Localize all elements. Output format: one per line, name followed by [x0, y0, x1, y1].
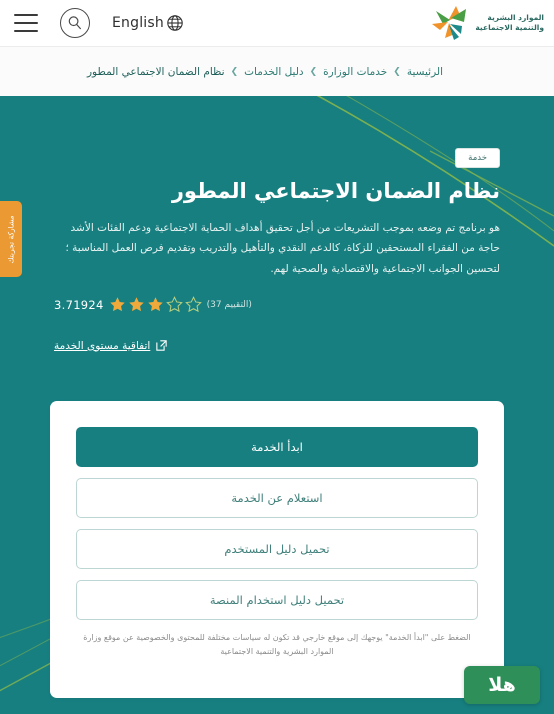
hamburger-menu-icon[interactable] — [14, 14, 38, 32]
download-platform-guide-button[interactable]: تحميل دليل استخدام المنصة — [76, 580, 478, 620]
share-experience-tab[interactable]: مشاركة تجربتك — [0, 201, 22, 277]
language-label: English — [112, 15, 164, 31]
site-header: English الموارد البشرية والتنمية الاجتما… — [0, 0, 554, 47]
sla-row: اتفاقية مستوى الخدمة — [54, 339, 500, 352]
hero-section: خدمة نظام الضمان الاجتماعي المطور هو برن… — [0, 96, 554, 714]
breadcrumb-bar: الرئيسية ❯ خدمات الوزارة ❯ دليل الخدمات … — [0, 47, 554, 96]
page-title: نظام الضمان الاجتماعي المطور — [171, 179, 500, 203]
logo-line-1: الموارد البشرية — [487, 12, 544, 22]
breadcrumb-separator-icon: ❯ — [393, 66, 401, 77]
breadcrumb-item-current: نظام الضمان الاجتماعي المطور — [86, 65, 225, 78]
star-filled-icon[interactable] — [128, 296, 145, 313]
hala-chat-widget[interactable]: هلا — [464, 666, 540, 704]
search-glyph — [68, 16, 81, 30]
breadcrumb: الرئيسية ❯ خدمات الوزارة ❯ دليل الخدمات … — [0, 66, 554, 78]
star-filled-icon[interactable] — [147, 296, 164, 313]
hamburger-line — [14, 14, 38, 16]
language-switcher[interactable]: English — [112, 14, 184, 32]
breadcrumb-item-ministry-services[interactable]: خدمات الوزارة — [323, 66, 387, 78]
share-experience-label: مشاركة تجربتك — [6, 214, 16, 264]
service-type-badge: خدمة — [455, 148, 500, 168]
download-user-guide-button[interactable]: تحميل دليل المستخدم — [76, 529, 478, 569]
hamburger-line — [14, 22, 38, 24]
hamburger-line — [14, 30, 38, 32]
breadcrumb-separator-icon: ❯ — [309, 66, 318, 77]
service-description: هو برنامج تم وضعه بموجب التشريعات من أجل… — [65, 222, 500, 275]
star-empty-icon[interactable] — [184, 296, 202, 313]
breadcrumb-item-home[interactable]: الرئيسية — [407, 66, 443, 78]
start-service-button[interactable]: ابدأ الخدمة — [76, 427, 478, 467]
globe-icon — [167, 15, 183, 31]
breadcrumb-separator-icon: ❯ — [230, 66, 239, 77]
logo-line-2: والتنمية الاجتماعية — [475, 23, 544, 32]
ministry-logo-icon — [432, 6, 467, 40]
ministry-logo[interactable]: الموارد البشرية والتنمية الاجتماعية — [426, 4, 544, 42]
service-inquiry-button[interactable]: استعلام عن الخدمة — [76, 478, 478, 518]
ministry-logo-text: الموارد البشرية والتنمية الاجتماعية — [475, 13, 544, 33]
breadcrumb-item-services-guide[interactable]: دليل الخدمات — [244, 66, 303, 78]
rating-value: 3.71924 — [54, 297, 104, 312]
rating-count: (التقييم 37) — [206, 299, 252, 310]
service-actions-card: ابدأ الخدمة استعلام عن الخدمة تحميل دليل… — [50, 401, 504, 698]
external-site-disclaimer: الضغط على "ابدأ الخدمة" يوجهك إلى موقع خ… — [83, 633, 471, 656]
sla-link[interactable]: اتفاقية مستوى الخدمة — [54, 340, 150, 352]
search-icon[interactable] — [60, 8, 90, 38]
hala-chat-label: هلا — [488, 673, 516, 696]
external-link-icon[interactable] — [155, 339, 168, 352]
rating-row: 3.71924 (التقييم 37) — [54, 296, 500, 313]
page-root: English الموارد البشرية والتنمية الاجتما… — [0, 0, 554, 714]
star-filled-icon[interactable] — [109, 296, 126, 313]
rating-stars[interactable] — [109, 296, 202, 313]
star-empty-icon[interactable] — [165, 296, 183, 313]
